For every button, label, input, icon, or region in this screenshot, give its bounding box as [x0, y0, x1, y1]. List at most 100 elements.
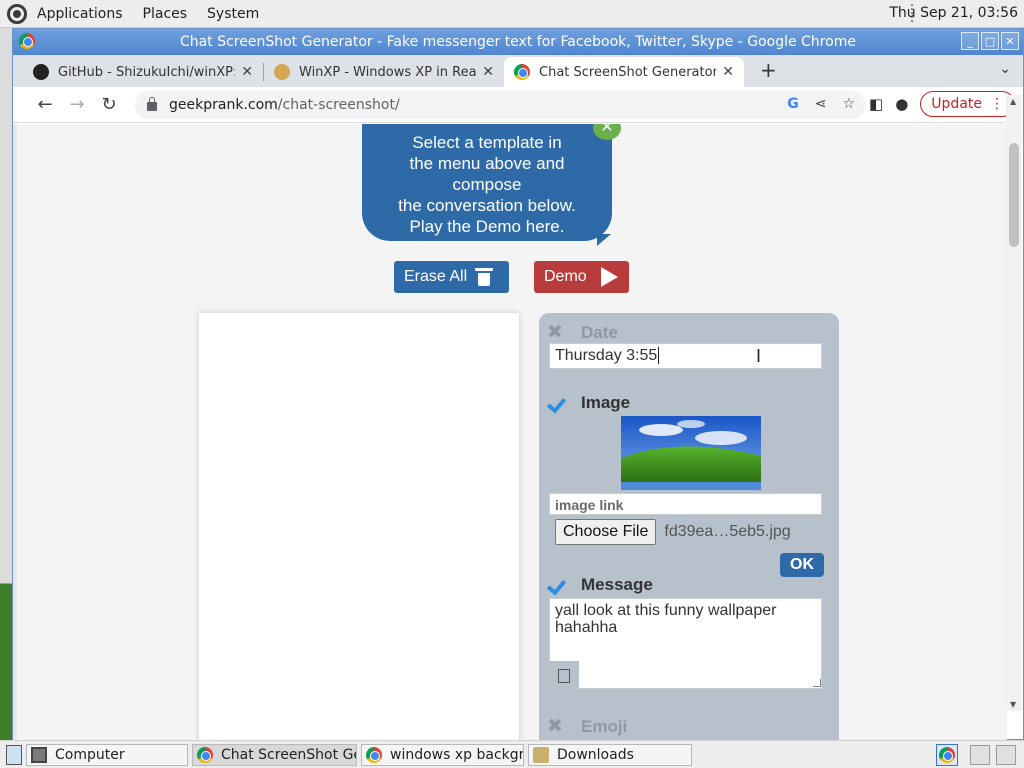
message-textarea[interactable]: yall look at this funny wallpaper hahahh… — [549, 598, 822, 689]
disabled-x-icon[interactable]: ✖ — [547, 715, 563, 738]
date-row: ✖ Date — [547, 321, 618, 344]
image-link-input[interactable]: image link — [549, 493, 822, 515]
image-link-placeholder: image link — [555, 497, 624, 513]
emoji-row: ✖ Emoji — [547, 715, 627, 738]
chrome-icon — [19, 33, 35, 49]
help-bubble: Select a template in the menu above and … — [362, 124, 612, 241]
share-icon[interactable]: ⋖ — [815, 96, 827, 112]
erase-all-label: Erase All — [404, 268, 468, 285]
help-bubble-text: Select a template in the menu above and … — [398, 133, 576, 236]
taskbar: Computer Chat ScreenShot Ge… windows xp … — [0, 740, 1024, 768]
top-panel: Applications Places System Thu Sep 21, 0… — [0, 0, 1024, 28]
address-bar[interactable]: geekprank.com/chat-screenshot/ G ⋖ ☆ — [135, 90, 865, 119]
date-input[interactable]: Thursday 3:55 — [549, 343, 822, 369]
taskbar-item-xp-background[interactable]: windows xp backgr… — [361, 743, 524, 766]
github-icon — [33, 64, 49, 80]
url-path: /chat-screenshot/ — [277, 96, 400, 113]
tab-github[interactable]: GitHub - ShizukuIchi/winXP: \ ✕ — [23, 57, 263, 87]
side-panel-icon[interactable]: ◧ — [869, 95, 883, 113]
message-label: Message — [581, 575, 653, 594]
computer-icon — [31, 746, 47, 763]
demo-button[interactable]: Demo — [534, 261, 629, 293]
chrome-icon — [366, 746, 382, 763]
checkmark-icon[interactable] — [547, 577, 567, 593]
desktop-background — [0, 28, 12, 740]
taskbar-item-label: Computer — [55, 746, 125, 763]
scroll-down-icon[interactable]: ▼ — [1010, 700, 1016, 709]
taskbar-item-downloads[interactable]: Downloads — [528, 743, 692, 766]
window-title: Chat ScreenShot Generator - Fake messeng… — [180, 34, 856, 50]
message-row: Message — [547, 575, 653, 595]
tab-winxp[interactable]: WinXP - Windows XP in React ✕ — [264, 57, 504, 87]
bookmark-star-icon[interactable]: ☆ — [842, 96, 855, 112]
profile-icon[interactable]: ● — [895, 95, 908, 113]
trash-icon — [475, 268, 494, 286]
checkmark-icon[interactable] — [547, 395, 567, 411]
page-scrollbar[interactable]: ▲ ▼ — [1006, 95, 1022, 711]
choose-file-label: Choose File — [563, 523, 649, 540]
window-titlebar[interactable]: Chat ScreenShot Generator - Fake messeng… — [13, 29, 1023, 55]
taskbar-item-computer[interactable]: Computer — [26, 743, 188, 766]
menu-places[interactable]: Places — [143, 6, 188, 22]
file-picker: Choose File fd39ea…5eb5.jpg — [555, 519, 791, 545]
resize-handle[interactable] — [813, 679, 821, 687]
chrome-icon — [514, 64, 530, 80]
taskbar-item-chat-screenshot[interactable]: Chat ScreenShot Ge… — [192, 743, 357, 766]
tab-title: WinXP - Windows XP in React — [299, 64, 477, 80]
os-logo-icon[interactable] — [7, 3, 27, 24]
update-button[interactable]: Update ⋮ — [920, 91, 1015, 117]
doge-icon — [274, 64, 290, 80]
scrollbar-thumb[interactable] — [1009, 143, 1019, 247]
clock[interactable]: Thu Sep 21, 03:56 — [889, 5, 1018, 21]
tab-title: Chat ScreenShot Generator - F — [539, 64, 717, 80]
tray-chrome-icon[interactable] — [936, 744, 958, 766]
close-icon[interactable]: ✕ — [241, 64, 253, 80]
tab-title: GitHub - ShizukuIchi/winXP: \ — [58, 64, 236, 80]
browser-toolbar: ← → ↻ geekprank.com/chat-screenshot/ G ⋖… — [13, 87, 1023, 123]
workspace-1-icon[interactable] — [970, 745, 990, 765]
text-caret — [658, 347, 660, 365]
emoji-label: Emoji — [581, 716, 628, 736]
choose-file-button[interactable]: Choose File — [555, 519, 657, 545]
menu-system[interactable]: System — [207, 6, 259, 22]
demo-label: Demo — [544, 268, 587, 285]
ok-label: OK — [790, 556, 814, 573]
update-label: Update — [931, 96, 982, 112]
maximize-button[interactable]: □ — [981, 32, 999, 50]
url-text[interactable]: geekprank.com/chat-screenshot/ — [169, 97, 400, 113]
date-value: Thursday 3:55 — [555, 347, 658, 364]
editor-panel: ✖ Date Thursday 3:55 I Image image link … — [539, 313, 839, 740]
chrome-window: Chat ScreenShot Generator - Fake messeng… — [12, 28, 1024, 740]
new-tab-button[interactable]: + — [760, 58, 777, 82]
lock-icon[interactable] — [147, 97, 157, 111]
disabled-x-icon[interactable]: ✖ — [547, 321, 563, 344]
minimize-button[interactable]: _ — [961, 32, 979, 50]
taskbar-item-label: windows xp backgr… — [390, 746, 523, 763]
chat-preview — [199, 313, 519, 740]
close-icon[interactable]: ✕ — [482, 64, 494, 80]
reload-button[interactable]: ↻ — [93, 94, 125, 115]
workspace-2-icon[interactable] — [996, 745, 1016, 765]
tab-strip: GitHub - ShizukuIchi/winXP: \ ✕ WinXP - … — [13, 55, 1023, 87]
emoji-toggle-icon[interactable] — [549, 661, 579, 689]
url-host: geekprank.com — [169, 96, 278, 113]
date-label: Date — [581, 322, 618, 342]
google-icon[interactable]: G — [787, 96, 799, 112]
chrome-icon — [939, 747, 955, 763]
kebab-menu-icon: ⋮ — [990, 96, 1004, 112]
scroll-up-icon[interactable]: ▲ — [1010, 97, 1016, 106]
menu-applications[interactable]: Applications — [37, 6, 123, 22]
tab-chat-screenshot[interactable]: Chat ScreenShot Generator - F ✕ — [504, 57, 744, 87]
close-icon[interactable]: ✕ — [722, 64, 734, 80]
close-button[interactable]: ✕ — [1001, 32, 1019, 50]
taskbar-item-label: Downloads — [557, 746, 634, 763]
show-desktop-icon[interactable] — [6, 744, 22, 765]
forward-button[interactable]: → — [61, 94, 93, 115]
ok-button[interactable]: OK — [780, 553, 824, 577]
erase-all-button[interactable]: Erase All — [394, 261, 509, 293]
folder-icon — [533, 746, 549, 763]
page-viewport: Select a template in the menu above and … — [13, 124, 1007, 740]
back-button[interactable]: ← — [29, 94, 61, 115]
image-label: Image — [581, 393, 631, 412]
tab-search-icon[interactable]: ⌄ — [999, 61, 1011, 77]
